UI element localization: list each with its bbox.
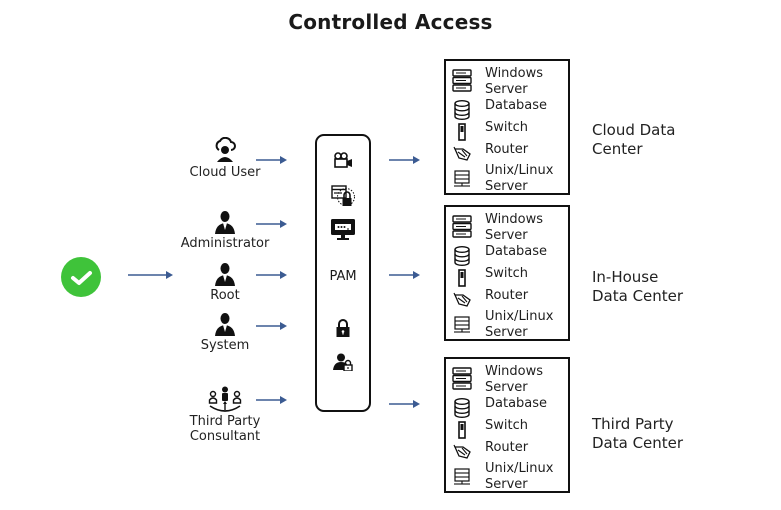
router-icon	[453, 444, 471, 459]
data-center-name-cloud: Cloud Data Center	[592, 121, 676, 158]
actor-label: Third Party Consultant	[189, 414, 261, 444]
team-consultant-icon	[208, 386, 242, 412]
dc-item-label: Database	[485, 244, 548, 259]
server-rack-icon	[452, 69, 472, 92]
database-icon	[454, 100, 470, 120]
actor-third-party-consultant: Third Party Consultant	[170, 386, 280, 444]
server-rack-icon	[452, 215, 472, 238]
dc-item-label: Router	[485, 142, 529, 157]
actor-label: Administrator	[180, 236, 270, 251]
user-lock-icon	[333, 353, 353, 371]
dc-item-label: Switch	[485, 266, 528, 281]
actor-root: Root	[170, 262, 280, 303]
linux-server-icon	[454, 170, 470, 187]
cloud-user-icon	[215, 137, 236, 162]
linux-server-icon	[454, 468, 470, 485]
data-center-box-cloud: Windows Server Database Switch Router Un…	[444, 59, 570, 195]
router-icon	[453, 292, 471, 307]
switch-icon	[458, 123, 466, 141]
actor-label: Root	[210, 288, 240, 303]
diagram-title: Controlled Access	[288, 10, 493, 34]
data-center-box-in-house: Windows Server Database Switch Router Un…	[444, 205, 570, 341]
user-suit-icon	[215, 211, 235, 234]
database-icon	[454, 398, 470, 418]
linux-server-icon	[454, 316, 470, 333]
dc-item-label: Windows Server	[485, 66, 544, 97]
arrow-pam-to-cloud-dc	[389, 155, 421, 165]
data-center-box-third-party: Windows Server Database Switch Router Un…	[444, 357, 570, 493]
arrow-pam-to-thirdparty-dc	[389, 399, 421, 409]
monitor-password-icon	[331, 219, 355, 240]
dc-item-label: Windows Server	[485, 212, 544, 243]
dc-item-label: Database	[485, 98, 548, 113]
actor-label: Cloud User	[189, 165, 261, 180]
actor-label: System	[200, 338, 250, 353]
arrow-pam-to-inhouse-dc	[389, 270, 421, 280]
server-rack-icon	[452, 367, 472, 390]
dc-item-label: Unix/Linux Server	[485, 461, 554, 492]
pam-panel: PAM	[315, 134, 371, 412]
data-center-name-third-party: Third Party Data Center	[592, 415, 684, 452]
actor-cloud-user: Cloud User	[170, 137, 280, 180]
dc-item-label: Router	[485, 440, 529, 455]
data-center-name-in-house: In-House Data Center	[592, 268, 684, 305]
video-camera-icon	[334, 152, 352, 168]
dc-item-label: Router	[485, 288, 529, 303]
switch-icon	[458, 269, 466, 287]
dc-item-label: Unix/Linux Server	[485, 163, 554, 194]
router-icon	[453, 146, 471, 161]
switch-icon	[458, 421, 466, 439]
dc-item-label: Switch	[485, 418, 528, 433]
user-suit-icon	[215, 263, 235, 286]
dc-item-label: Unix/Linux Server	[485, 309, 554, 340]
dc-item-label: Windows Server	[485, 364, 544, 395]
database-icon	[454, 246, 470, 266]
dc-item-label: Switch	[485, 120, 528, 135]
padlock-icon	[336, 319, 350, 337]
dc-item-label: Database	[485, 396, 548, 411]
actor-system: System	[170, 312, 280, 353]
arrow-start-to-actors	[128, 270, 174, 280]
secure-browser-lock-icon	[331, 185, 355, 206]
check-circle-icon	[61, 257, 101, 297]
pam-label: PAM	[329, 269, 357, 284]
actor-administrator: Administrator	[170, 210, 280, 251]
user-suit-icon	[215, 313, 235, 336]
